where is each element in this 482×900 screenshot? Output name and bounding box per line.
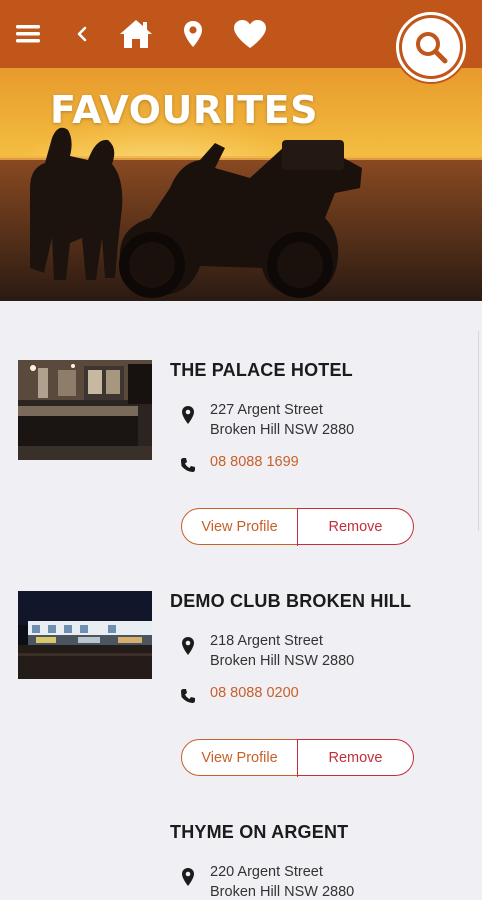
search-button[interactable]	[396, 12, 466, 82]
address-line2: Broken Hill NSW 2880	[210, 422, 355, 438]
hamburger-menu-icon[interactable]	[14, 14, 44, 54]
home-icon[interactable]	[116, 14, 156, 54]
venue-address: 227 Argent Street Broken Hill NSW 2880	[210, 400, 354, 440]
venue-address: 218 Argent Street Broken Hill NSW 2880	[210, 631, 354, 671]
remove-button[interactable]: Remove	[296, 507, 414, 546]
phone-link[interactable]: 08 8088 1699	[210, 454, 299, 470]
item-actions: View Profile Remove	[181, 507, 414, 546]
venue-address: 220 Argent Street Broken Hill NSW 2880	[210, 862, 354, 900]
venue-name: THE PALACE HOTEL	[170, 360, 353, 380]
heart-icon[interactable]	[230, 14, 270, 54]
address-line1: 227 Argent Street	[210, 402, 323, 418]
map-pin-icon	[181, 636, 195, 661]
search-icon	[416, 32, 448, 64]
address-line2: Broken Hill NSW 2880	[210, 653, 355, 669]
remove-button[interactable]: Remove	[296, 738, 414, 777]
venue-thumbnail[interactable]	[18, 360, 152, 460]
scrollbar-track	[478, 331, 482, 531]
phone-icon	[180, 688, 196, 709]
phone-link[interactable]: 08 8088 0200	[210, 685, 299, 701]
phone-icon	[180, 457, 196, 478]
hero-banner: FAVOURITES	[0, 68, 482, 301]
map-pin-icon[interactable]	[178, 14, 208, 54]
favourites-list[interactable]: THE PALACE HOTEL 227 Argent Street Broke…	[0, 301, 482, 900]
address-line1: 218 Argent Street	[210, 633, 323, 649]
address-line2: Broken Hill NSW 2880	[210, 884, 355, 900]
address-line1: 220 Argent Street	[210, 864, 323, 880]
view-profile-button[interactable]: View Profile	[181, 508, 298, 545]
map-pin-icon	[181, 405, 195, 430]
page-title: FAVOURITES	[50, 88, 318, 132]
venue-name: THYME ON ARGENT	[170, 822, 349, 842]
venue-name: DEMO CLUB BROKEN HILL	[170, 591, 412, 611]
view-profile-button[interactable]: View Profile	[181, 739, 298, 776]
item-actions: View Profile Remove	[181, 738, 414, 777]
venue-thumbnail[interactable]	[18, 591, 152, 679]
chevron-left-icon[interactable]	[70, 14, 94, 54]
map-pin-icon	[181, 867, 195, 892]
